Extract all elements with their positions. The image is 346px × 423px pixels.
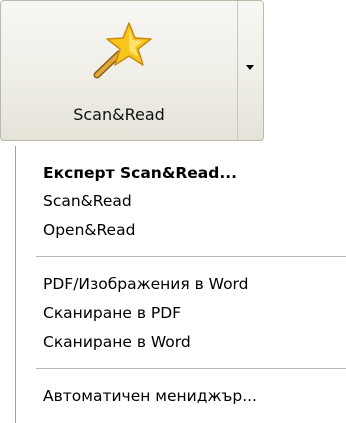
menu-separator <box>36 368 346 369</box>
scanread-split-button: Scan&Read <box>0 0 264 141</box>
scanread-button[interactable]: Scan&Read <box>1 1 237 140</box>
menu-item-pdf-images-to-word[interactable]: PDF/Изображения в Word <box>43 270 249 298</box>
menu-item-auto-manager[interactable]: Автоматичен мениджър... <box>43 382 257 410</box>
menu-item-openread[interactable]: Open&Read <box>43 216 135 244</box>
scanread-dropdown-menu: Експерт Scan&Read... Scan&Read Open&Read… <box>15 146 346 423</box>
dropdown-arrow-icon <box>246 65 254 70</box>
magic-wand-star-icon <box>93 22 152 79</box>
menu-item-expert-scanread[interactable]: Експерт Scan&Read... <box>43 159 237 187</box>
menu-item-scan-to-word[interactable]: Сканиране в Word <box>43 328 191 356</box>
menu-item-scanread[interactable]: Scan&Read <box>43 187 132 215</box>
menu-separator <box>36 256 346 257</box>
scanread-dropdown-toggle[interactable] <box>237 1 263 140</box>
menu-item-scan-to-pdf[interactable]: Сканиране в PDF <box>43 299 181 327</box>
scanread-widget: Scan&Read Експерт Scan&Read... Scan&Read… <box>0 0 346 423</box>
scanread-button-label: Scan&Read <box>73 105 165 124</box>
